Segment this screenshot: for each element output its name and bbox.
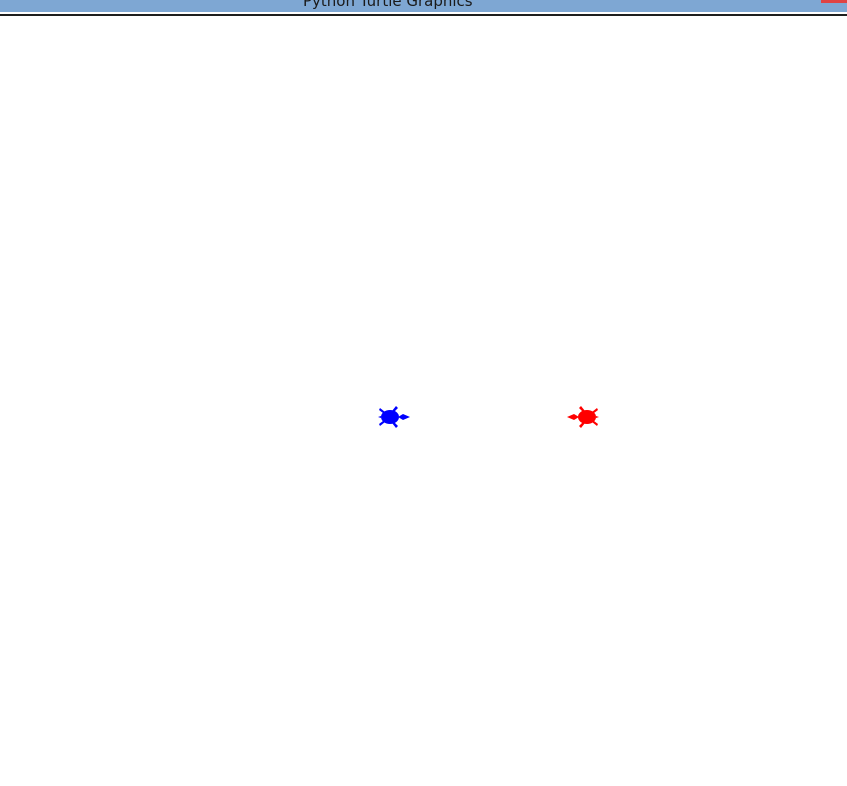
close-button[interactable]	[821, 0, 847, 3]
blue-turtle-icon	[377, 404, 411, 430]
red-turtle-icon	[566, 404, 600, 430]
turtle-canvas[interactable]	[0, 16, 847, 786]
red-turtle-shape	[567, 406, 599, 428]
blue-turtle-shape	[378, 406, 410, 428]
window-title: Python Turtle Graphics	[303, 0, 473, 10]
title-bar[interactable]: Python Turtle Graphics	[0, 0, 847, 12]
turtle-graphics-window: Python Turtle Graphics	[0, 0, 847, 786]
